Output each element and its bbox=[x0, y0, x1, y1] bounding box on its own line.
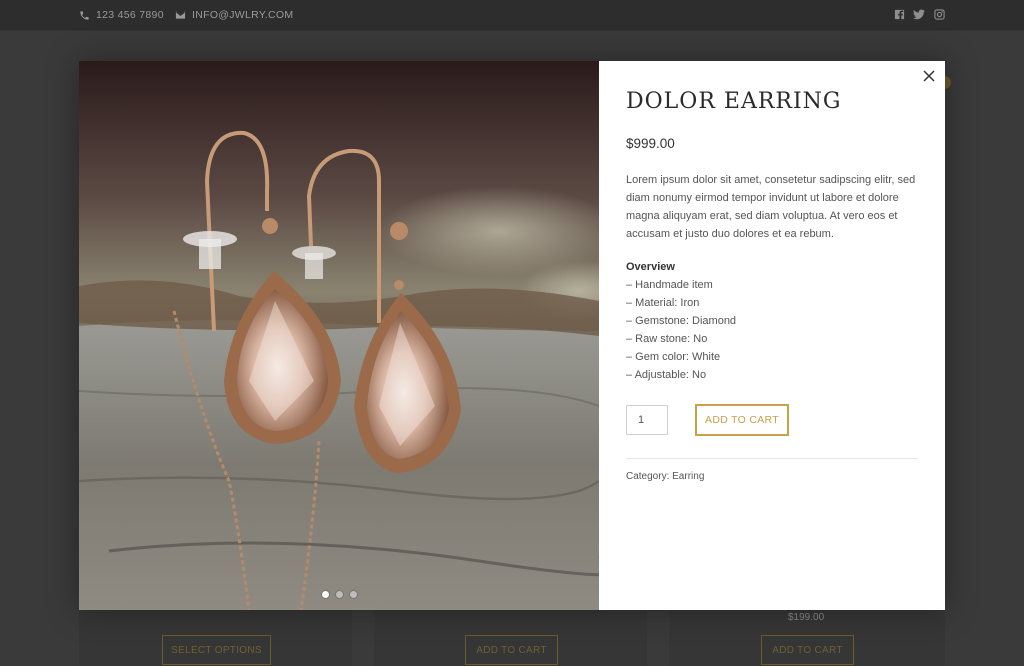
list-item: – Gem color: White bbox=[626, 351, 721, 363]
select-options-button[interactable]: SELECT OPTIONS bbox=[162, 635, 271, 665]
category-link[interactable]: Earring bbox=[672, 471, 704, 482]
divider bbox=[626, 458, 918, 459]
list-item: – Material: Iron bbox=[626, 297, 700, 309]
phone-number: 123 456 7890 bbox=[96, 9, 164, 21]
list-item: – Gemstone: Diamond bbox=[626, 315, 737, 327]
email-address: INFO@JWLRY.COM bbox=[192, 9, 294, 21]
contact-email[interactable]: INFO@JWLRY.COM bbox=[175, 0, 293, 30]
product-category: Category: Earring bbox=[626, 471, 704, 482]
product-details-panel: DOLOR EARRING $999.00 Lorem ipsum dolor … bbox=[599, 61, 945, 610]
overview-heading: Overview bbox=[626, 261, 675, 273]
gallery-pagination bbox=[79, 591, 599, 598]
list-item: – Raw stone: No bbox=[626, 333, 708, 345]
overview-list: – Handmade item – Material: Iron – Gemst… bbox=[626, 276, 916, 384]
quick-view-modal: DOLOR EARRING $999.00 Lorem ipsum dolor … bbox=[79, 61, 945, 610]
add-to-cart-button[interactable]: ADD TO CART bbox=[695, 404, 789, 436]
social-links bbox=[893, 8, 945, 20]
top-bar: 123 456 7890 INFO@JWLRY.COM bbox=[0, 0, 1024, 31]
facebook-icon[interactable] bbox=[893, 8, 905, 20]
twitter-icon[interactable] bbox=[913, 8, 925, 20]
list-item: – Adjustable: No bbox=[626, 369, 707, 381]
contact-phone[interactable]: 123 456 7890 bbox=[79, 0, 164, 30]
product-image bbox=[79, 61, 599, 610]
envelope-icon bbox=[175, 11, 186, 19]
instagram-icon[interactable] bbox=[933, 8, 945, 20]
product-price: $199.00 bbox=[788, 612, 825, 623]
product-gallery[interactable] bbox=[79, 61, 599, 610]
product-overview: Overview – Handmade item – Material: Iro… bbox=[626, 258, 916, 384]
list-item: – Handmade item bbox=[626, 279, 713, 291]
gallery-dot[interactable] bbox=[335, 591, 343, 598]
category-label: Category: bbox=[626, 471, 670, 482]
product-title: DOLOR EARRING bbox=[626, 89, 842, 114]
close-icon[interactable] bbox=[922, 69, 936, 83]
gallery-dot[interactable] bbox=[349, 591, 357, 598]
phone-icon bbox=[80, 10, 89, 20]
product-description: Lorem ipsum dolor sit amet, consetetur s… bbox=[626, 174, 916, 240]
add-to-cart-button[interactable]: ADD TO CART bbox=[465, 635, 558, 665]
quantity-input[interactable] bbox=[626, 405, 668, 435]
product-price: $999.00 bbox=[626, 136, 675, 151]
gallery-dot[interactable] bbox=[321, 591, 329, 598]
add-to-cart-button[interactable]: ADD TO CART bbox=[761, 635, 854, 665]
